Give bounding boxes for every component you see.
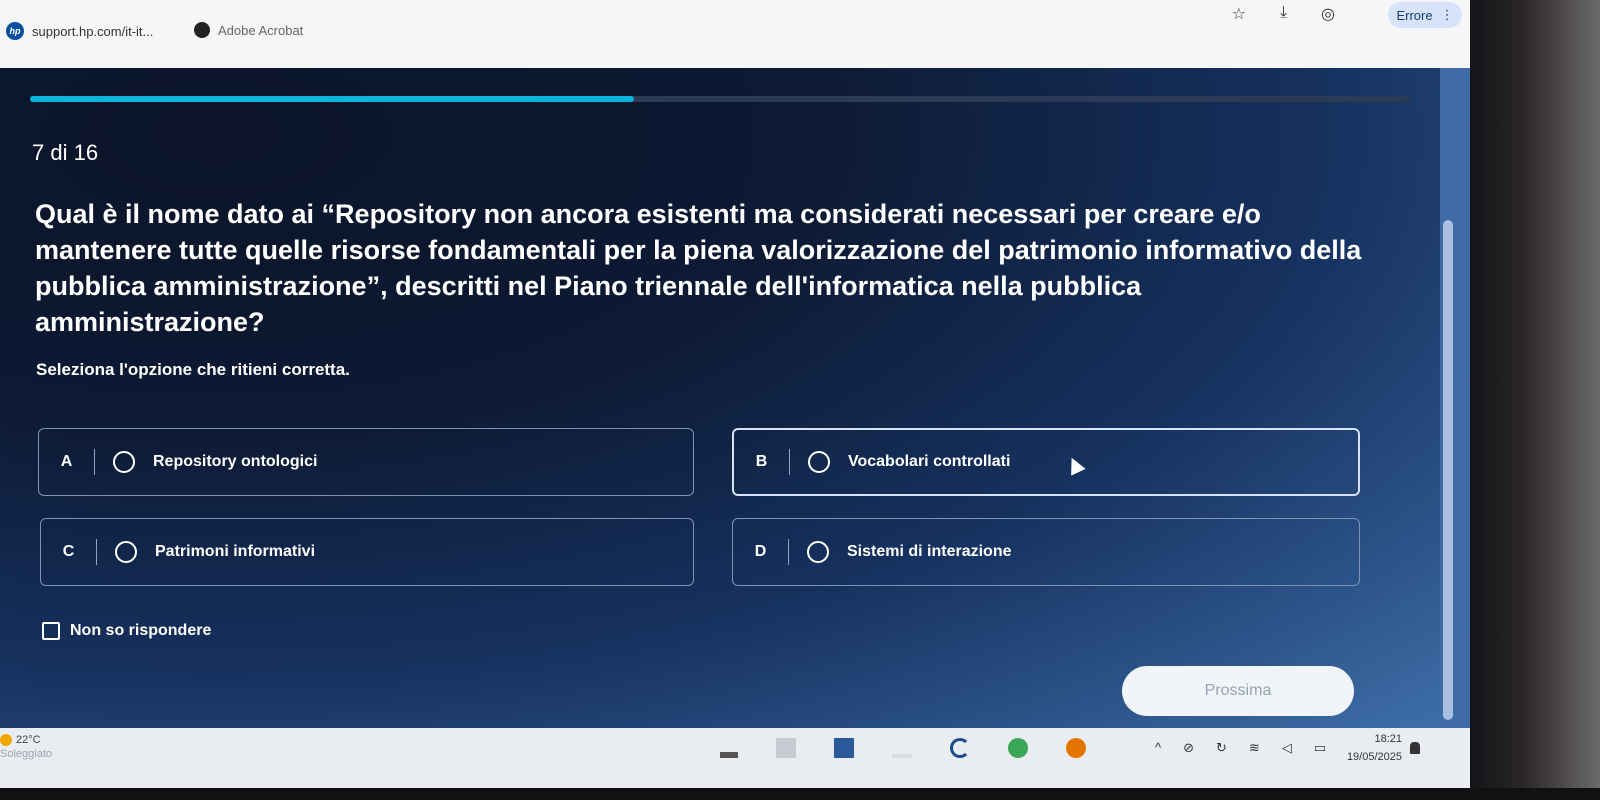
app-icon[interactable]: [892, 754, 912, 758]
taskbar-apps: [720, 738, 1086, 758]
bookmark-hp-support[interactable]: hp support.hp.com/it-it...: [6, 22, 153, 40]
option-label: Sistemi di interazione: [847, 543, 1012, 560]
option-letter: C: [41, 539, 97, 565]
option-a[interactable]: A Repository ontologici: [38, 428, 694, 496]
radio-icon[interactable]: [808, 451, 830, 473]
star-icon[interactable]: ☆: [1232, 4, 1246, 24]
volume-icon[interactable]: ◁: [1282, 740, 1292, 756]
bookmark-adobe-acrobat[interactable]: Adobe Acrobat: [194, 22, 303, 38]
progress-fill: [30, 96, 634, 102]
edge-icon[interactable]: [950, 738, 970, 758]
weather-condition: Soleggiato: [0, 748, 52, 761]
option-label: Repository ontologici: [153, 453, 318, 470]
hp-logo-icon: hp: [6, 22, 24, 40]
instruction-text: Seleziona l'opzione che ritieni corretta…: [36, 360, 350, 379]
progress-bar: [30, 96, 1410, 102]
radio-icon[interactable]: [807, 541, 829, 563]
error-label: Errore: [1396, 7, 1433, 23]
app-icon[interactable]: [776, 738, 796, 758]
checkbox-icon[interactable]: [42, 622, 60, 640]
option-letter: B: [734, 449, 790, 475]
download-icon[interactable]: ⤓: [1280, 4, 1287, 24]
browser-toolbar: ☆ ⤓ ◎: [1232, 4, 1335, 24]
option-c[interactable]: C Patrimoni informativi: [40, 518, 694, 586]
scrollbar-thumb[interactable]: [1443, 220, 1453, 720]
browser-bookmarks-bar: hp support.hp.com/it-it... Adobe Acrobat…: [0, 0, 1470, 68]
system-tray: ^ ⊘ ↻ ≋ ◁ ▭: [1155, 740, 1326, 756]
error-button[interactable]: Errore ⋮: [1388, 2, 1462, 28]
taskbar: 22°C Soleggiato ^ ⊘ ↻ ≋ ◁ ▭ 18:21 19/05/…: [0, 728, 1470, 788]
chevron-up-icon[interactable]: ^: [1155, 740, 1161, 756]
sun-icon: [0, 734, 12, 747]
radio-icon[interactable]: [113, 451, 135, 473]
wifi-icon[interactable]: ≋: [1249, 740, 1260, 756]
battery-icon[interactable]: ▭: [1314, 740, 1326, 756]
option-d[interactable]: D Sistemi di interazione: [732, 518, 1360, 586]
profile-icon[interactable]: ◎: [1321, 4, 1335, 24]
bookmark-label: Adobe Acrobat: [218, 22, 304, 38]
time: 18:21: [1374, 733, 1402, 745]
notification-bell-icon[interactable]: [1410, 742, 1420, 754]
firefox-icon[interactable]: [1066, 738, 1086, 758]
no-answer-option[interactable]: Non so rispondere: [42, 622, 211, 640]
weather-widget[interactable]: 22°C Soleggiato: [0, 734, 80, 760]
sync-icon[interactable]: ↻: [1216, 740, 1227, 756]
screen-bezel: [1470, 0, 1600, 800]
bookmark-label: support.hp.com/it-it...: [32, 23, 154, 39]
radio-icon[interactable]: [115, 541, 137, 563]
option-label: Vocabolari controllati: [848, 453, 1011, 470]
no-answer-label: Non so rispondere: [70, 622, 212, 639]
option-letter: D: [733, 539, 789, 565]
question-text: Qual è il nome dato ai “Repository non a…: [35, 199, 1362, 337]
file-explorer-icon[interactable]: [720, 752, 738, 758]
date: 19/05/2025: [1346, 751, 1402, 763]
screen-bezel-bottom: [0, 788, 1600, 800]
clock[interactable]: 18:21 19/05/2025: [1330, 730, 1402, 766]
option-label: Patrimoni informativi: [155, 543, 316, 560]
option-letter: A: [39, 449, 95, 475]
next-button[interactable]: Prossima: [1122, 666, 1354, 716]
chrome-icon[interactable]: [1008, 738, 1028, 758]
acrobat-icon: [194, 22, 210, 38]
temperature: 22°C: [16, 734, 41, 746]
option-b[interactable]: B Vocabolari controllati: [732, 428, 1360, 496]
question-counter: 7 di 16: [32, 140, 99, 165]
quiz-panel: 7 di 16 Qual è il nome dato ai “Reposito…: [0, 68, 1440, 728]
menu-dots-icon: ⋮: [1440, 7, 1454, 22]
store-icon[interactable]: [834, 738, 854, 758]
no-network-icon[interactable]: ⊘: [1183, 740, 1194, 756]
